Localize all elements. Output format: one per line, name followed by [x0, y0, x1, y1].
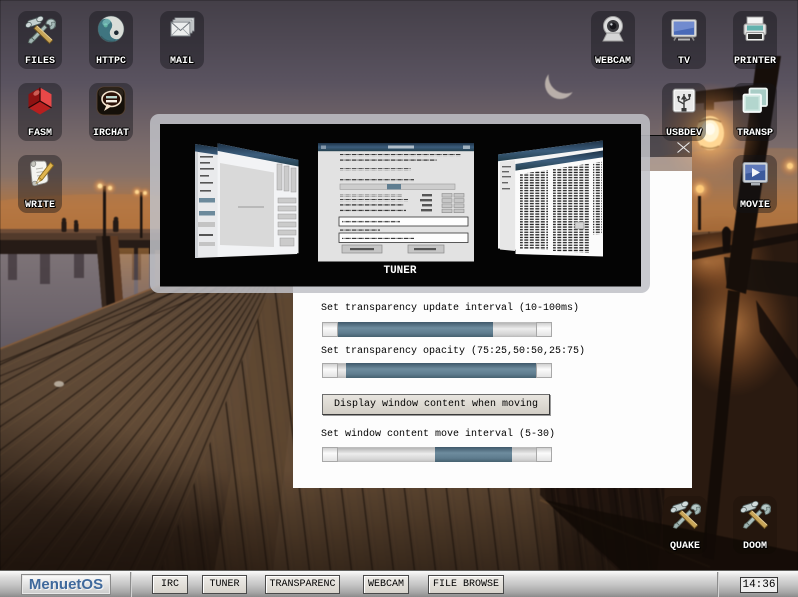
- svg-text:TUNER: TUNER: [383, 265, 416, 277]
